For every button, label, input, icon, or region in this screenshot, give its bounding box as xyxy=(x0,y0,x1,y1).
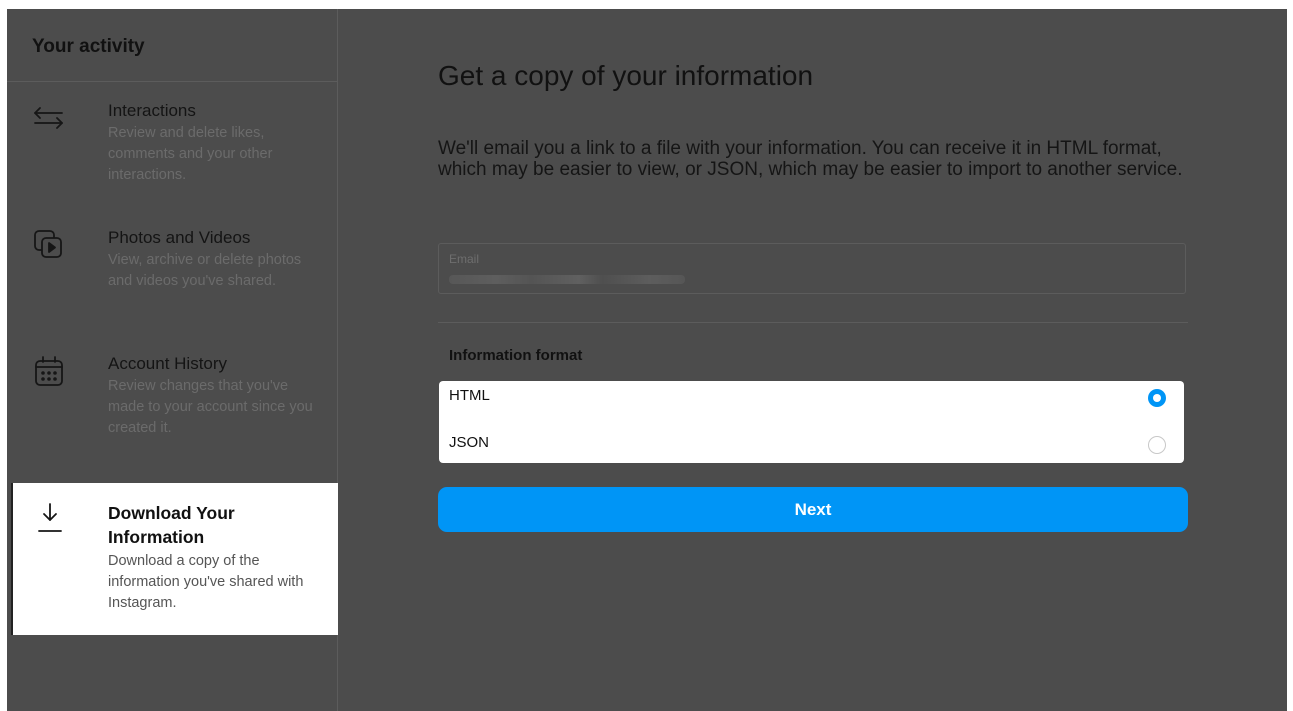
sidebar-header: Your activity xyxy=(7,9,337,82)
radio-unselected[interactable] xyxy=(1148,436,1166,454)
sidebar-item-download-your-information[interactable]: Download Your Information Download a cop… xyxy=(11,483,338,635)
sidebar-item-account-history[interactable]: Account History Review changes that you'… xyxy=(7,354,338,474)
page-title: Get a copy of your information xyxy=(438,60,814,91)
email-label: Email xyxy=(449,252,480,266)
format-option-json[interactable]: JSON xyxy=(439,428,1184,469)
format-label: Information format xyxy=(449,347,583,364)
calendar-icon xyxy=(32,354,66,388)
sidebar-item-description: Review changes that you've made to your … xyxy=(108,378,313,436)
main-content: Get a copy of your information We'll ema… xyxy=(338,9,1287,711)
sidebar: Your activity Interactions Review and de… xyxy=(7,9,338,711)
sidebar-item-description: Review and delete likes, comments and yo… xyxy=(108,125,273,183)
interactions-arrows-icon xyxy=(32,101,66,135)
next-button[interactable]: Next xyxy=(438,487,1188,532)
email-field[interactable]: Email xyxy=(438,243,1186,294)
radio-selected[interactable] xyxy=(1148,389,1166,407)
photos-videos-icon xyxy=(32,228,66,262)
format-option-html[interactable]: HTML xyxy=(439,381,1184,422)
sidebar-item-title: Interactions xyxy=(108,101,196,120)
divider xyxy=(438,322,1188,323)
email-value-redacted xyxy=(449,275,685,284)
app-frame: Your activity Interactions Review and de… xyxy=(7,9,1287,711)
sidebar-item-title: Photos and Videos xyxy=(108,228,251,247)
sidebar-item-interactions[interactable]: Interactions Review and delete likes, co… xyxy=(7,101,338,201)
sidebar-item-title: Download Your Information xyxy=(108,503,235,547)
format-options: HTML JSON xyxy=(439,381,1184,463)
sidebar-item-description: Download a copy of the information you'v… xyxy=(108,553,304,611)
option-label: HTML xyxy=(449,387,490,404)
option-label: JSON xyxy=(449,434,490,451)
download-icon xyxy=(34,501,68,535)
sidebar-item-description: View, archive or delete photos and video… xyxy=(108,252,302,289)
sidebar-item-photos-videos[interactable]: Photos and Videos View, archive or delet… xyxy=(7,228,338,328)
sidebar-item-title: Account History xyxy=(108,354,228,373)
intro-text: We'll email you a link to a file with yo… xyxy=(438,138,1183,180)
